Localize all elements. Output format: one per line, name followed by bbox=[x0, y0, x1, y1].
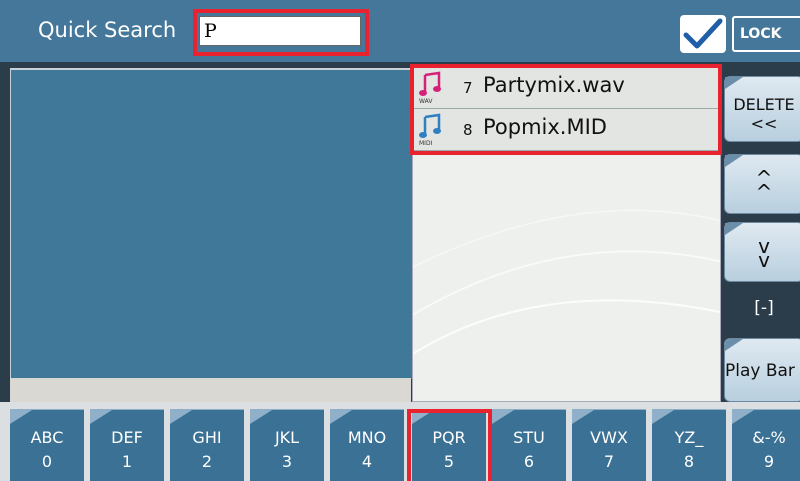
key-jkl[interactable]: JKL 3 bbox=[250, 409, 324, 481]
delete-label: DELETE bbox=[733, 95, 795, 114]
key-highlight-frame bbox=[407, 409, 492, 481]
chevron-down-icon: v v bbox=[758, 234, 770, 272]
lock-checkbox[interactable] bbox=[680, 15, 726, 53]
preview-panel bbox=[10, 68, 412, 379]
scroll-down-button[interactable]: v v bbox=[724, 222, 800, 282]
key-stu[interactable]: STU 6 bbox=[492, 409, 566, 481]
preview-panel-footer bbox=[10, 378, 411, 402]
key-abc[interactable]: ABC 0 bbox=[10, 409, 84, 481]
delete-button[interactable]: DELETE << bbox=[724, 76, 800, 142]
list-highlight-frame bbox=[410, 64, 722, 155]
chevron-up-icon: ^ ^ bbox=[755, 166, 773, 204]
play-bar-label: Play Bar bbox=[725, 361, 795, 381]
play-bar-button[interactable]: Play Bar bbox=[724, 338, 800, 402]
scroll-up-button[interactable]: ^ ^ bbox=[724, 154, 800, 214]
key-symbols[interactable]: &-% 9 bbox=[732, 409, 800, 481]
page-indicator: [-] bbox=[754, 298, 774, 318]
key-vwx[interactable]: VWX 7 bbox=[572, 409, 646, 481]
delete-arrows: << bbox=[750, 114, 778, 133]
key-def[interactable]: DEF 1 bbox=[90, 409, 164, 481]
key-mno[interactable]: MNO 4 bbox=[330, 409, 404, 481]
search-highlight-frame bbox=[193, 9, 369, 56]
checkmark-icon bbox=[683, 18, 723, 49]
key-ghi[interactable]: GHI 2 bbox=[170, 409, 244, 481]
lock-button[interactable]: LOCK bbox=[732, 16, 800, 52]
quick-search-label: Quick Search bbox=[38, 18, 177, 42]
key-yz[interactable]: YZ_ 8 bbox=[652, 409, 726, 481]
